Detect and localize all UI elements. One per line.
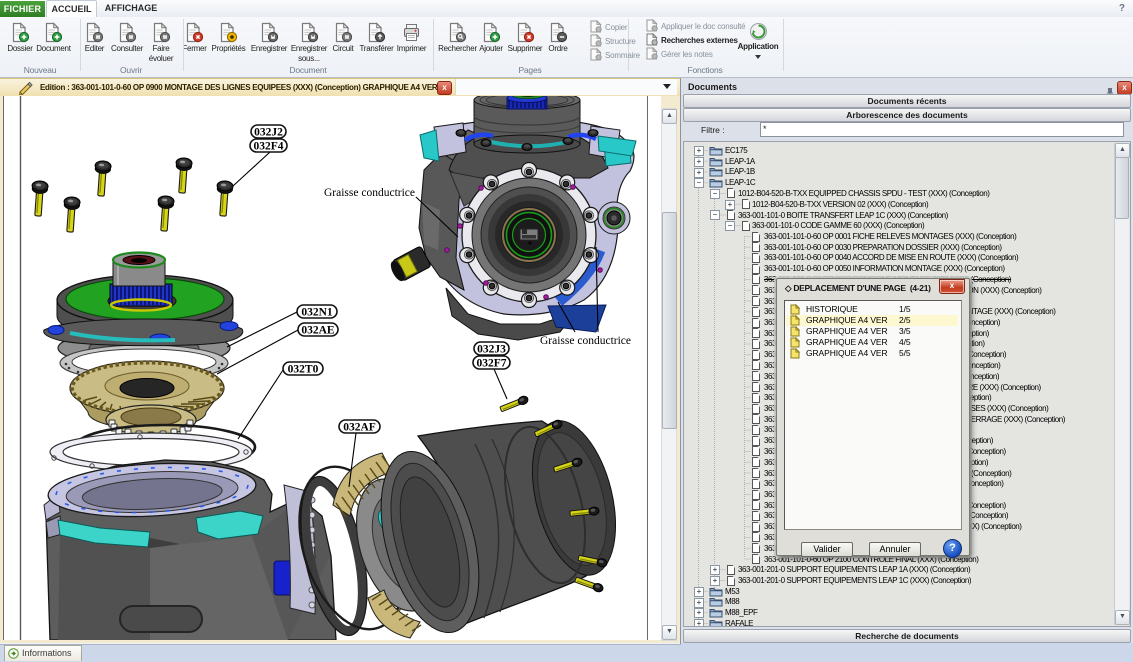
svg-text:032AF: 032AF [343, 422, 376, 434]
svg-text:032J2: 032J2 [254, 127, 283, 139]
svg-text:032J3: 032J3 [477, 344, 506, 356]
svg-text:032N1: 032N1 [301, 307, 333, 319]
svg-text:Graisse conductrice: Graisse conductrice [324, 187, 415, 199]
svg-text:032F7: 032F7 [476, 358, 506, 370]
svg-text:032T0: 032T0 [288, 364, 319, 376]
svg-text:Graisse conductrice: Graisse conductrice [540, 335, 631, 347]
svg-text:032F4: 032F4 [253, 141, 283, 153]
svg-text:032AE: 032AE [301, 325, 335, 337]
